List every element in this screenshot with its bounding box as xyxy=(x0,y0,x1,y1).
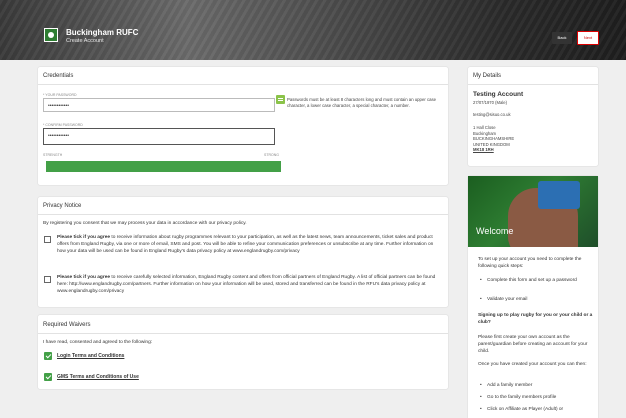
account-email: testing@sisuo.co.uk xyxy=(473,112,511,117)
waivers-intro: I have read, consented and agreed to the… xyxy=(43,340,153,345)
confirm-password-input[interactable]: •••••••••••• xyxy=(43,128,275,145)
consent-checkbox-1[interactable] xyxy=(44,236,51,243)
welcome-question: Signing up to play rugby for you or your… xyxy=(478,313,593,325)
privacy-notice-card: Privacy Notice By registering you consen… xyxy=(38,197,448,307)
strength-bar xyxy=(46,161,281,172)
next-button[interactable]: Next xyxy=(577,31,599,45)
page-subtitle: Create Account xyxy=(66,38,104,44)
consent-text-1: Please tick if you agree to receive info… xyxy=(57,235,434,254)
action-item: Add a family member xyxy=(480,382,593,389)
welcome-intro: To set up your account you need to compl… xyxy=(478,257,582,269)
welcome-title: Welcome xyxy=(476,226,514,236)
waiver-checkbox-1[interactable] xyxy=(44,352,52,360)
account-name: Testing Account xyxy=(473,91,524,98)
credentials-title: Credentials xyxy=(43,73,74,79)
waiver-link-login-terms[interactable]: Login Terms and Conditions xyxy=(57,353,124,359)
action-item: Go to the family members profile xyxy=(480,394,593,401)
divider xyxy=(38,333,448,334)
back-button[interactable]: Back xyxy=(552,32,572,44)
step-item: Complete this form and set up a password xyxy=(480,277,593,284)
account-dob: 27/07/1970 (Male) xyxy=(473,100,507,105)
club-logo xyxy=(44,28,58,42)
privacy-intro: By registering you consent that we may p… xyxy=(43,221,247,226)
welcome-paragraph-1: Please first create your own account as … xyxy=(478,335,588,354)
club-name: Buckingham RUFC xyxy=(66,28,139,37)
consent-checkbox-2[interactable] xyxy=(44,276,51,283)
waiver-checkbox-2[interactable] xyxy=(44,373,52,381)
my-details-card: My Details Testing Account 27/07/1970 (M… xyxy=(468,67,598,166)
divider xyxy=(38,84,448,85)
required-waivers-card: Required Waivers I have read, consented … xyxy=(38,315,448,389)
credentials-card: Credentials * YOUR PASSWORD ••••••••••••… xyxy=(38,67,448,185)
page-header: Buckingham RUFC Create Account Back Next xyxy=(0,0,626,60)
welcome-image xyxy=(468,176,598,247)
consent-text-2: Please tick if you agree to receive care… xyxy=(57,275,436,294)
my-details-title: My Details xyxy=(473,73,502,79)
password-label: * YOUR PASSWORD xyxy=(43,93,77,97)
strength-label: STRENGTH xyxy=(43,153,63,157)
strength-value: STRONG xyxy=(264,153,279,157)
waiver-link-gms-terms[interactable]: GMS Terms and Conditions of Use xyxy=(57,374,139,380)
confirm-password-label: * CONFIRM PASSWORD xyxy=(43,123,83,127)
welcome-paragraph-2: Once you have created your account you c… xyxy=(478,362,587,367)
password-hint: Passwords must be at least 8 characters … xyxy=(287,97,437,108)
divider xyxy=(38,214,448,215)
address-postcode: MK18 1RH xyxy=(473,147,494,152)
privacy-title: Privacy Notice xyxy=(43,203,82,209)
password-input[interactable]: •••••••••••• xyxy=(43,98,275,112)
info-icon xyxy=(276,95,285,104)
waivers-title: Required Waivers xyxy=(43,322,91,328)
action-item: Click on Affiliate as Player (Adult) or xyxy=(480,406,593,413)
divider xyxy=(468,84,598,85)
step-item: Validate your email xyxy=(480,296,593,303)
